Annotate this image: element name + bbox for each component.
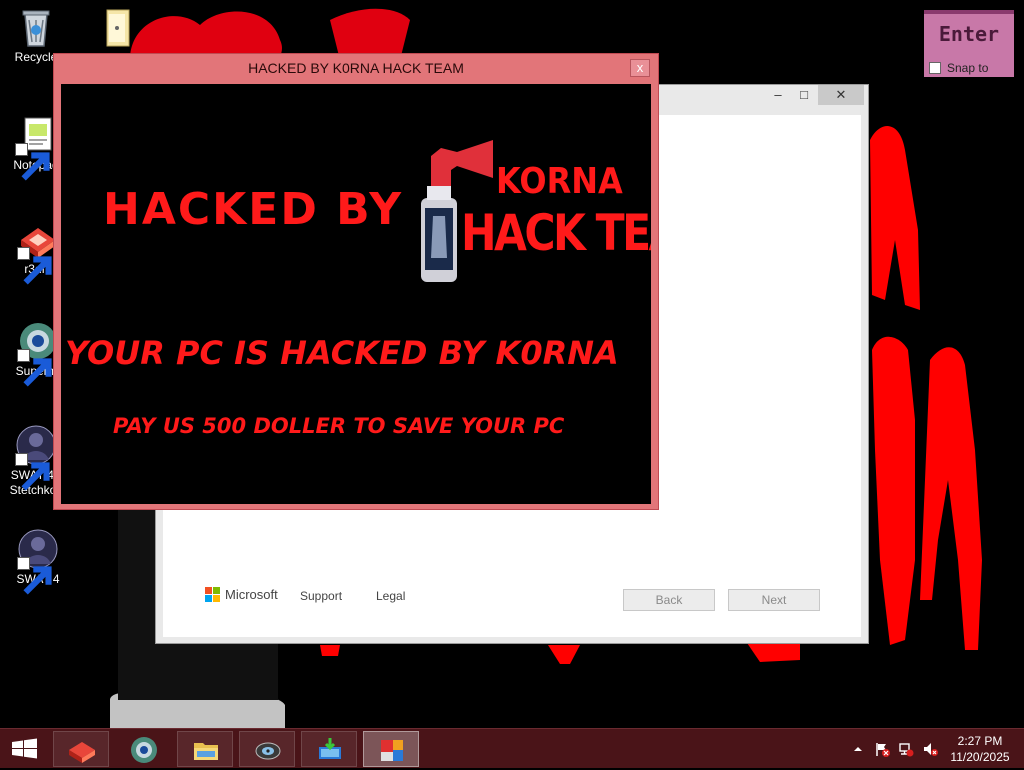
recycle-bin-icon [15,6,57,48]
desktop-icon-swat4[interactable]: SWAT 4 [4,528,72,595]
snap-widget: Enter Snap to [924,10,1014,77]
hacked-window-close-button[interactable]: x [630,59,650,77]
minimize-button[interactable]: – [768,85,788,105]
snap-to-checkbox[interactable] [929,62,941,74]
clock-date: 11/20/2025 [950,750,1010,764]
file-explorer-icon [194,743,218,760]
shortcut-arrow-icon [17,247,52,285]
taskbar-app-supermium[interactable] [115,731,171,767]
taskbar-app-r3dfox[interactable] [53,731,109,767]
action-center-flag-icon[interactable] [874,741,890,757]
support-link[interactable]: Support [300,589,342,603]
swat4-icon [15,424,57,491]
legal-link[interactable]: Legal [376,589,405,603]
korna-logo-subtitle: HACK TEAM [461,204,651,262]
shortcut-arrow-icon [15,143,50,181]
disc-app-icon [255,742,281,760]
taskbar: 2:27 PM 11/20/2025 [0,728,1024,768]
snap-to-label: Snap to [947,61,989,75]
ransom-message: PAY US 500 DOLLER TO SAVE YOUR PC [113,414,565,438]
taskbar-app-disc[interactable] [239,731,295,767]
show-hidden-icons-chevron-icon[interactable] [850,741,866,757]
notepad-icon [15,114,57,181]
enter-button[interactable]: Enter [924,22,1014,46]
network-icon[interactable] [898,741,914,757]
close-button[interactable]: ✕ [818,85,864,105]
swat4-icon [17,528,59,595]
next-button[interactable]: Next [728,589,820,611]
taskbar-app-file-explorer[interactable] [177,731,233,767]
desktop-icon-folder[interactable] [80,6,148,50]
clock-time: 2:27 PM [957,734,1003,748]
start-button[interactable] [4,733,44,765]
folder-icon [93,6,135,48]
back-button[interactable]: Back [623,589,715,611]
volume-muted-icon[interactable] [922,741,938,757]
taskbar-app-installer[interactable] [301,731,357,767]
korna-logo-title: KORNA [496,160,623,202]
microsoft-brand-text: Microsoft [225,587,278,602]
taskbar-app-hacked[interactable] [363,731,419,767]
hacked-window-title[interactable]: HACKED BY K0RNA HACK TEAM [54,54,658,83]
hacked-window-body: HACKED BY KORNA HACK TEAM YOUR PC IS HAC… [61,84,651,504]
hacked-app-icon [381,740,403,761]
maximize-button[interactable]: □ [794,85,814,105]
windows-logo-icon [12,738,37,759]
shortcut-arrow-icon [15,453,50,491]
snap-to-option[interactable]: Snap to [929,61,988,75]
installer-icon [319,738,341,759]
taskbar-clock[interactable]: 2:27 PM 11/20/2025 [942,733,1018,765]
supermium-icon [131,737,157,763]
hacked-window: HACKED BY K0RNA HACK TEAM x HACKED BY KO… [53,53,659,510]
shortcut-arrow-icon [17,349,52,387]
hacked-by-headline: HACKED BY [103,184,404,235]
shortcut-arrow-icon [17,557,52,595]
r3dfox-icon [69,742,95,763]
microsoft-logo: Microsoft [205,587,278,602]
microsoft-logo-icon [205,587,220,602]
hacked-message: YOUR PC IS HACKED BY K0RNA [65,334,619,372]
